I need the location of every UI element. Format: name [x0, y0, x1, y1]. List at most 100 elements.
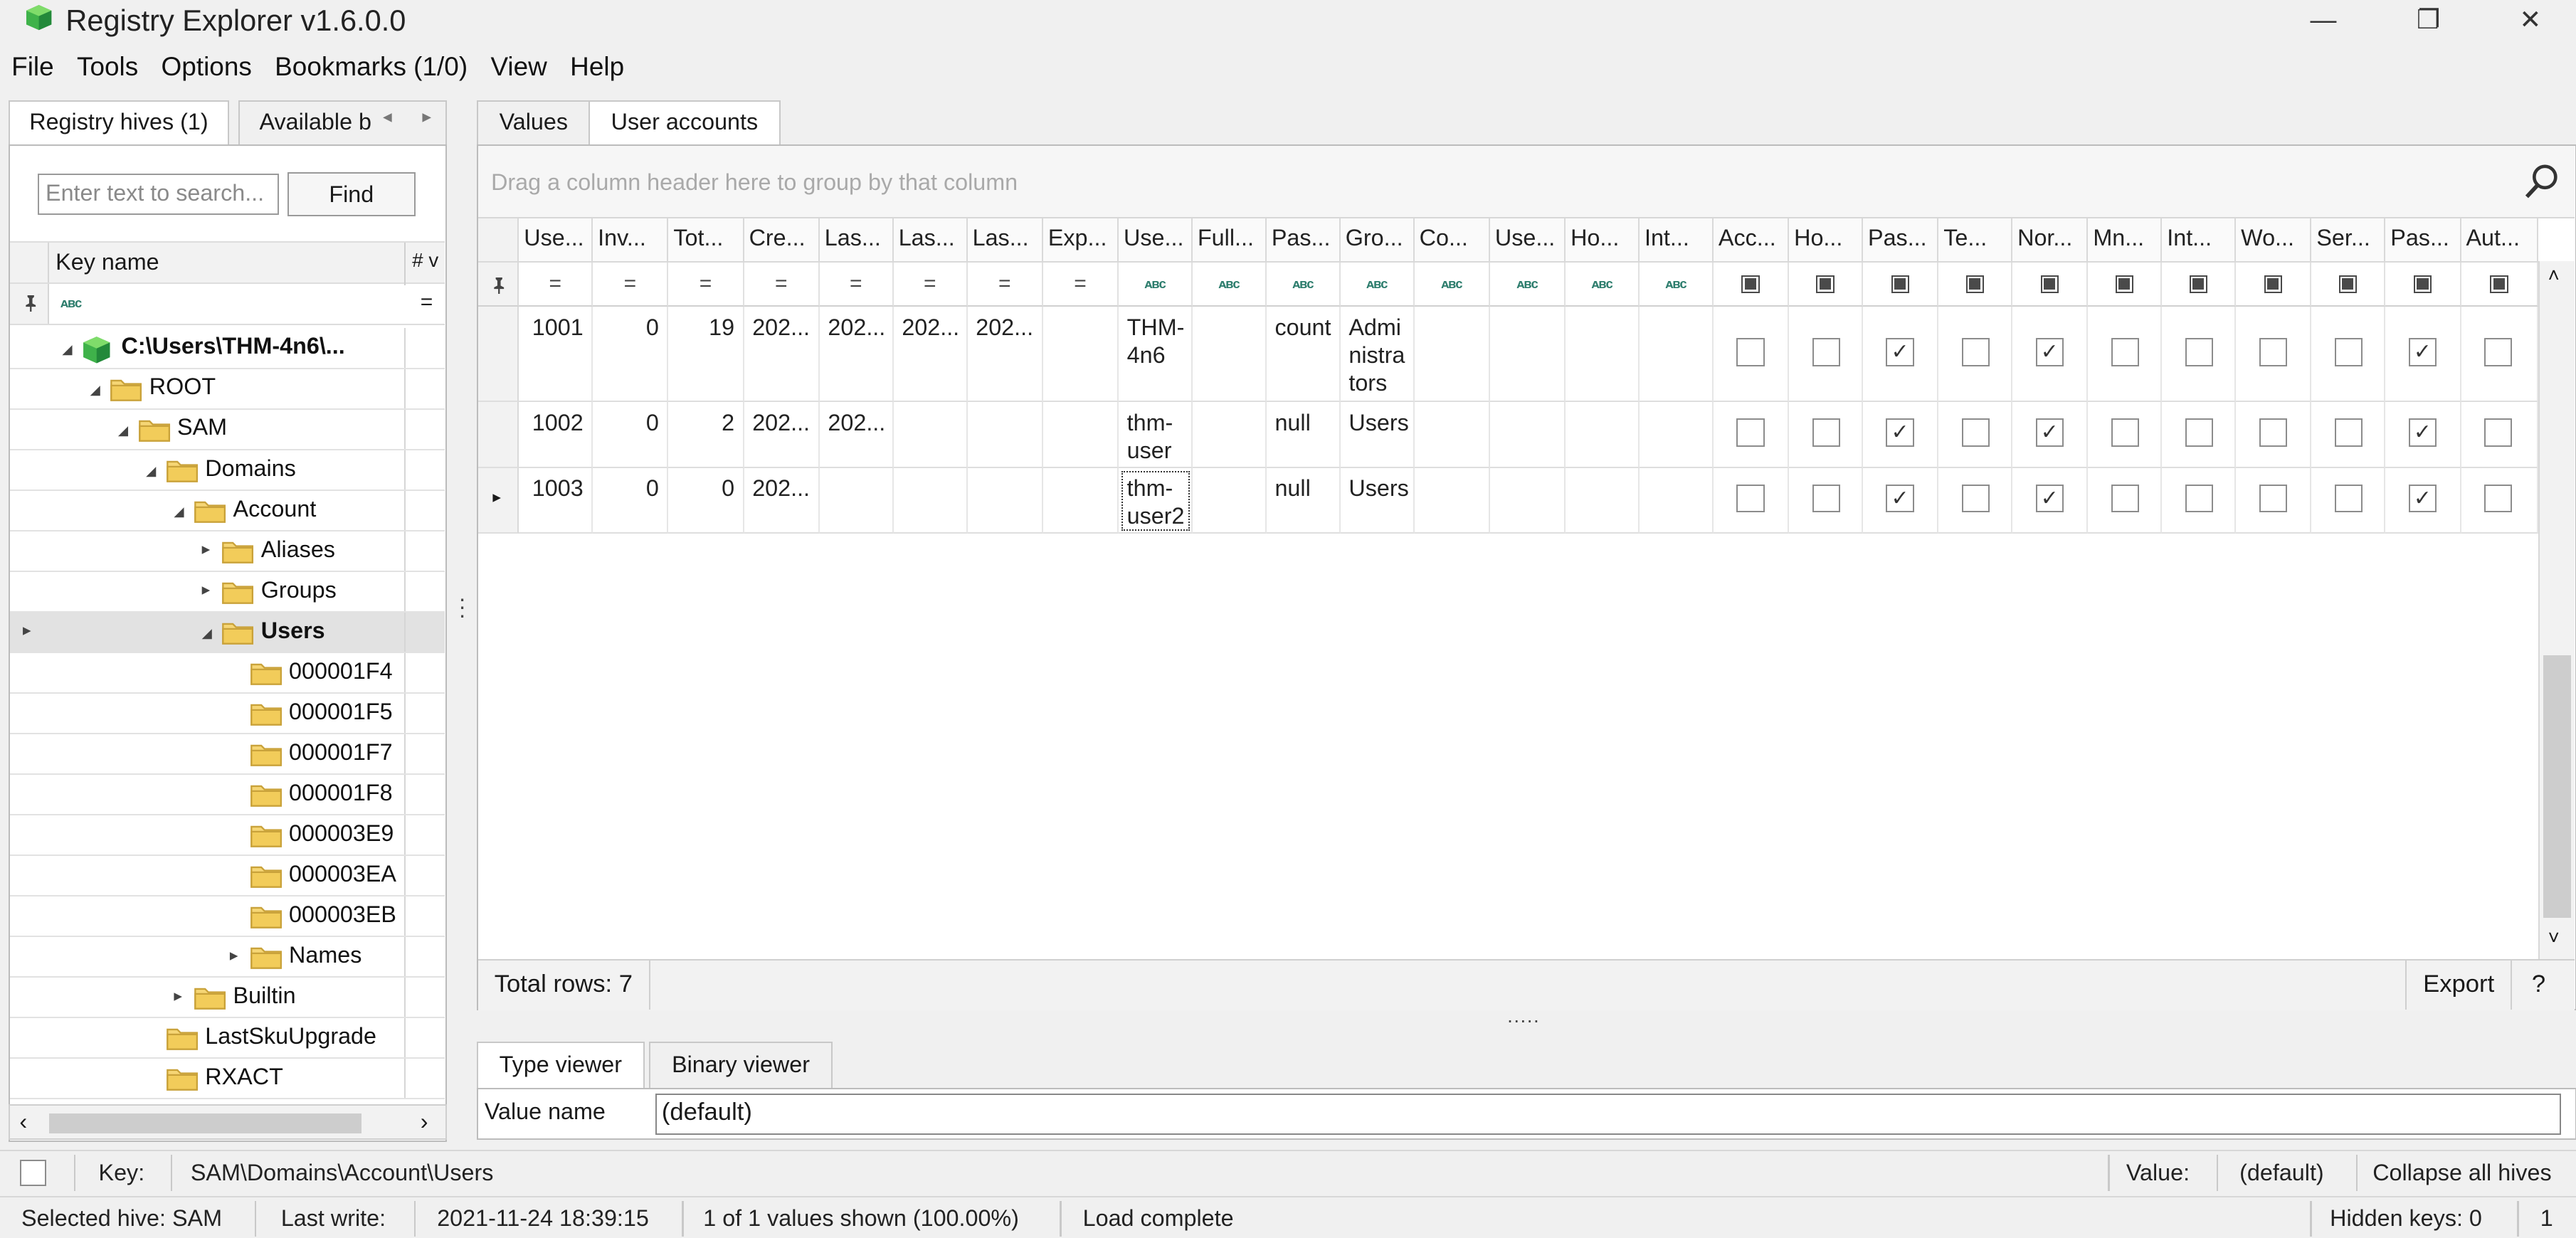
grid-cell-flag[interactable] [2088, 467, 2163, 534]
tab-scroll-right-icon[interactable]: ▸ [422, 105, 431, 127]
help-button[interactable]: ? [2532, 970, 2545, 998]
grid-cell[interactable] [1414, 467, 1490, 534]
checked-checkbox-icon[interactable]: ✓ [1886, 484, 1914, 513]
scroll-left-icon[interactable]: ‹ [19, 1109, 27, 1135]
tree-node[interactable]: ▸ Builtin [9, 978, 445, 1019]
column-header[interactable]: Use... [1119, 218, 1193, 263]
column-header[interactable]: Ho... [1566, 218, 1640, 263]
unchecked-checkbox-icon[interactable] [1736, 418, 1765, 447]
checked-checkbox-icon[interactable]: ✓ [2035, 338, 2064, 366]
column-header[interactable]: Las... [893, 218, 968, 263]
grid-cell-inv[interactable]: 0 [593, 402, 669, 468]
filter-cell[interactable]: = [967, 263, 1043, 307]
expand-toggle-icon[interactable]: ▸ [174, 986, 190, 1005]
grid-cell-c4[interactable] [967, 402, 1043, 468]
grid-cell-c1[interactable]: 202... [744, 402, 820, 468]
grid-cell-flag[interactable] [2236, 307, 2312, 403]
grid-cell[interactable] [1640, 307, 1714, 403]
expand-toggle-icon[interactable]: ◢ [146, 463, 162, 479]
checked-checkbox-icon[interactable]: ✓ [2035, 418, 2064, 447]
grid-cell[interactable] [1489, 402, 1566, 468]
filter-cell[interactable]: ᴀʙᴄ [1566, 263, 1640, 307]
column-header[interactable]: Ho... [1789, 218, 1864, 263]
tab-type-viewer[interactable]: Type viewer [476, 1041, 645, 1088]
scroll-up-icon[interactable]: ˄ [2548, 264, 2560, 287]
grid-cell-full[interactable] [1193, 307, 1267, 403]
grid-cell-flag[interactable] [2311, 307, 2386, 403]
menu-file[interactable]: File [0, 49, 65, 85]
column-header[interactable]: Pas... [1266, 218, 1341, 263]
filter-cell[interactable] [2088, 263, 2163, 307]
grid-cell-flag[interactable] [1938, 402, 2013, 468]
unchecked-checkbox-icon[interactable] [2111, 484, 2139, 513]
search-icon[interactable] [2522, 162, 2561, 201]
filter-cell[interactable]: ᴀʙᴄ [1414, 263, 1490, 307]
tree-node[interactable]: ▸ Names [9, 936, 445, 978]
grid-cell-c2[interactable] [819, 467, 894, 534]
close-button[interactable]: ✕ [2493, 0, 2568, 39]
filter-cell[interactable]: ᴀʙᴄ [1489, 263, 1566, 307]
column-header[interactable]: Full... [1193, 218, 1267, 263]
grid-cell-flag[interactable] [1789, 307, 1864, 403]
column-header[interactable]: Ser... [2311, 218, 2386, 263]
grid-cell-user[interactable]: thm- user [1119, 402, 1193, 468]
filter-cell[interactable] [2236, 263, 2312, 307]
grid-cell-group[interactable]: Users [1340, 467, 1415, 534]
menu-tools[interactable]: Tools [65, 49, 150, 85]
filter-cell[interactable]: = [1042, 263, 1119, 307]
menu-help[interactable]: Help [559, 49, 635, 85]
grid-cell-user[interactable]: THM- 4n6 [1119, 307, 1193, 403]
grid-cell[interactable] [1640, 402, 1714, 468]
grid-cell-inv[interactable]: 0 [593, 307, 669, 403]
column-key-name[interactable]: Key name [56, 249, 159, 275]
checked-checkbox-icon[interactable]: ✓ [2408, 484, 2437, 513]
menu-view[interactable]: View [479, 49, 559, 85]
unchecked-checkbox-icon[interactable] [2334, 418, 2363, 447]
unchecked-checkbox-icon[interactable] [2185, 418, 2213, 447]
grid-cell-user[interactable]: thm- user2 [1119, 467, 1193, 534]
status-checkbox[interactable] [19, 1159, 46, 1186]
unchecked-checkbox-icon[interactable] [2483, 418, 2513, 447]
expand-toggle-icon[interactable]: ◢ [174, 504, 190, 519]
scroll-thumb[interactable] [2543, 655, 2571, 919]
column-header[interactable]: Co... [1414, 218, 1490, 263]
grid-cell-flag[interactable] [1938, 307, 2013, 403]
grid-cell-exp[interactable] [1042, 307, 1119, 403]
grid-cell-flag[interactable] [2088, 307, 2163, 403]
grid-cell[interactable] [1566, 307, 1640, 403]
restore-button[interactable]: ❐ [2391, 0, 2466, 39]
unchecked-checkbox-icon[interactable] [2483, 338, 2513, 366]
filter-cell[interactable] [1713, 263, 1790, 307]
grid-cell-c3[interactable] [893, 402, 968, 468]
row-indicator[interactable] [477, 402, 519, 468]
column-header[interactable]: Pas... [2385, 218, 2461, 263]
checked-checkbox-icon[interactable]: ✓ [1886, 418, 1914, 447]
vertical-splitter-handle[interactable]: · · · [458, 587, 466, 626]
grid-vertical-scrollbar[interactable]: ˄ ˅ [2538, 260, 2575, 960]
scroll-down-icon[interactable]: ˅ [2548, 926, 2560, 949]
tree-node[interactable]: 000001F5 [9, 693, 445, 734]
menu-bookmarks[interactable]: Bookmarks (1/0) [263, 49, 479, 85]
grid-cell-flag[interactable] [2162, 467, 2237, 534]
column-header[interactable]: Te... [1938, 218, 2013, 263]
grid-cell-tot[interactable]: 2 [668, 402, 744, 468]
unchecked-checkbox-icon[interactable] [1812, 484, 1840, 513]
scroll-right-icon[interactable]: › [421, 1109, 428, 1135]
export-button[interactable]: Export [2405, 961, 2513, 1010]
unchecked-checkbox-icon[interactable] [2185, 338, 2213, 366]
unchecked-checkbox-icon[interactable] [1812, 418, 1840, 447]
checked-checkbox-icon[interactable]: ✓ [2035, 484, 2064, 513]
scroll-thumb[interactable] [48, 1113, 361, 1133]
grid-cell-c1[interactable]: 202... [744, 307, 820, 403]
tree-node[interactable]: ◢ SAM [9, 409, 445, 450]
column-header[interactable]: Use... [519, 218, 593, 263]
tree-node[interactable]: ◢ Domains [9, 450, 445, 491]
unchecked-checkbox-icon[interactable] [2259, 484, 2287, 513]
grid-cell-flag[interactable] [1713, 467, 1790, 534]
filter-cell[interactable] [2461, 263, 2539, 307]
grid-cell-tot[interactable]: 19 [668, 307, 744, 403]
grid-cell-c3[interactable]: 202... [893, 307, 968, 403]
grid-cell-c2[interactable]: 202... [819, 402, 894, 468]
unchecked-checkbox-icon[interactable] [1961, 418, 1990, 447]
grid-cell-flag[interactable]: ✓ [2385, 467, 2461, 534]
